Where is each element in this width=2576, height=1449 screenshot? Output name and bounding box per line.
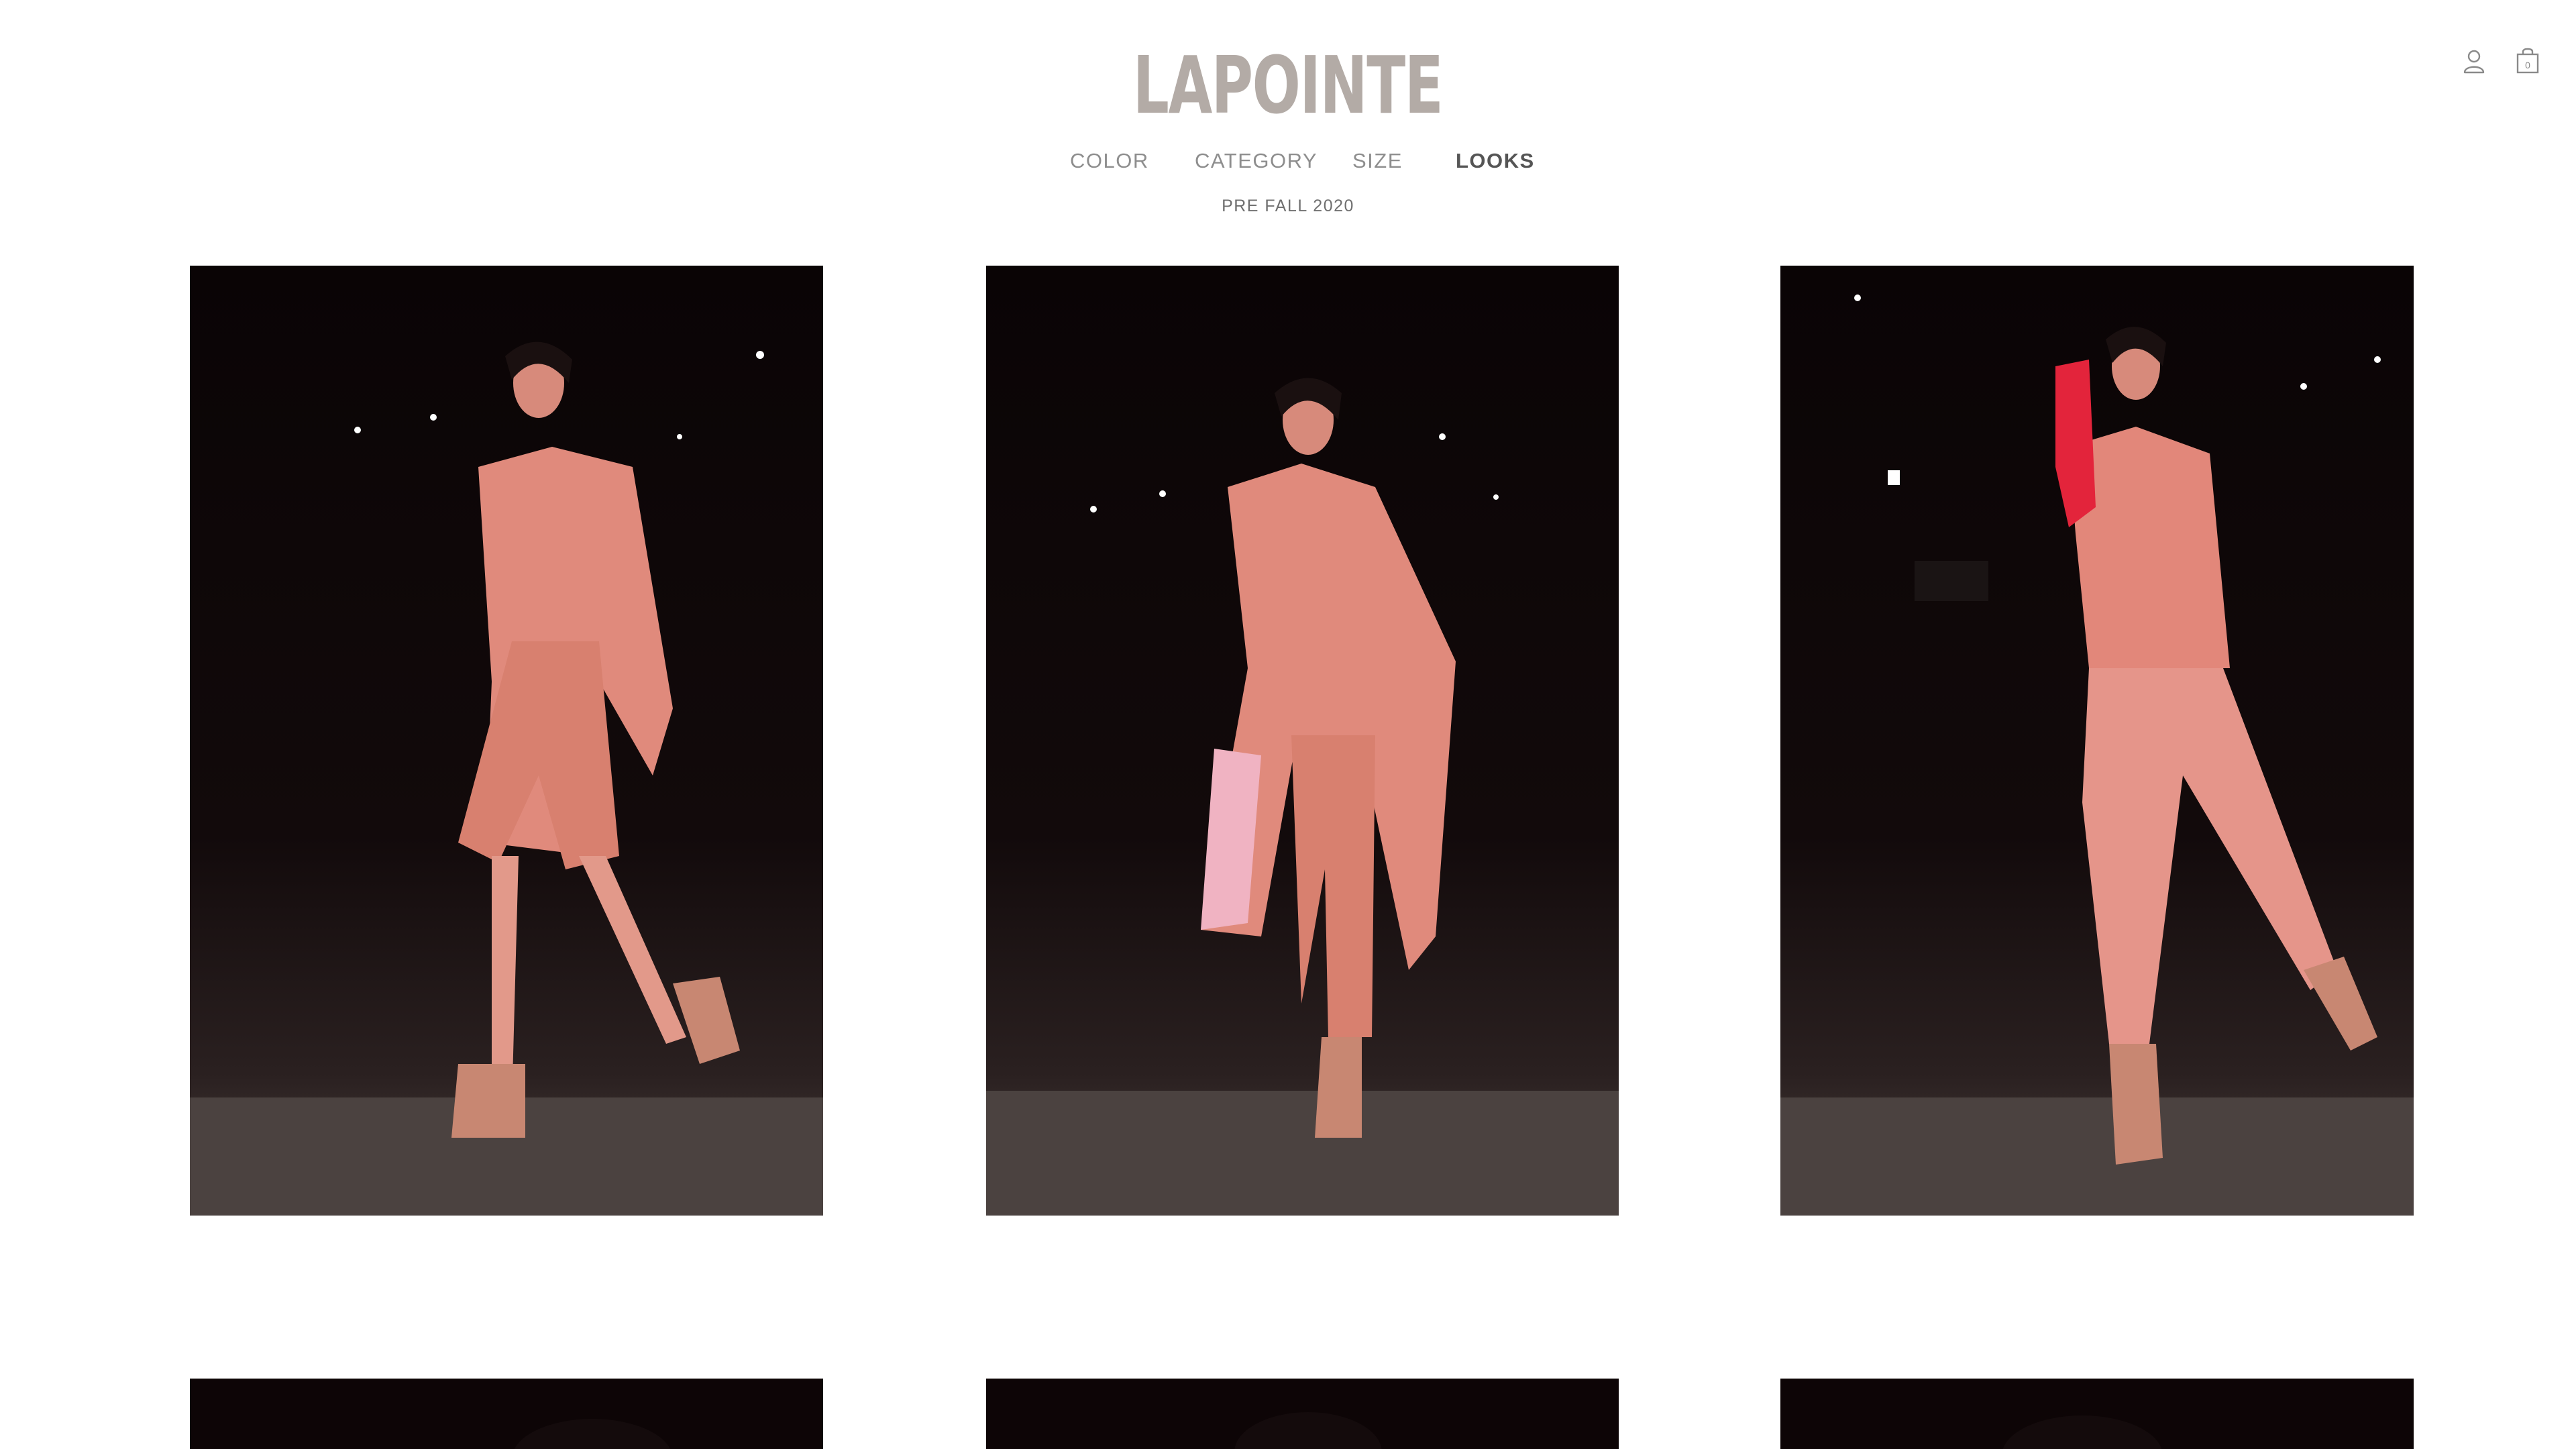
look-photo-2-image: [986, 266, 1619, 1216]
look-photo-1-image: [190, 266, 823, 1216]
look-photo-6[interactable]: [1780, 1379, 2414, 1449]
shopping-bag-icon[interactable]: 0: [2514, 47, 2541, 76]
site-header: LAPOINTE COLOR CATEGORY SIZE LOOKS PRE F…: [0, 0, 2576, 241]
look-photo-4[interactable]: [190, 1379, 823, 1449]
look-photo-4-image: [190, 1379, 823, 1449]
nav-item-color[interactable]: COLOR: [1070, 148, 1149, 174]
primary-nav: COLOR CATEGORY SIZE LOOKS: [0, 148, 2576, 174]
user-icon-glyph: [2463, 50, 2485, 74]
look-photo-3[interactable]: [1780, 266, 2414, 1216]
nav-item-category[interactable]: CATEGORY: [1195, 148, 1318, 174]
brand-logo-text[interactable]: LAPOINTE: [1133, 42, 1444, 129]
nav-item-size[interactable]: SIZE: [1352, 148, 1403, 174]
look-photo-2[interactable]: [986, 266, 1619, 1216]
brand-logo[interactable]: LAPOINTE: [0, 42, 2576, 129]
look-photo-1[interactable]: [190, 266, 823, 1216]
bag-count: 0: [2525, 60, 2530, 70]
shopping-bag-icon-glyph: 0: [2516, 48, 2539, 74]
user-icon[interactable]: [2461, 47, 2487, 76]
look-photo-5-image: [986, 1379, 1619, 1449]
subnav-item-pre-fall-2020[interactable]: PRE FALL 2020: [1222, 197, 1354, 215]
look-photo-5[interactable]: [986, 1379, 1619, 1449]
look-photo-6-image: [1780, 1379, 2414, 1449]
collection-subnav: PRE FALL 2020: [0, 195, 2576, 217]
look-photo-3-image: [1780, 266, 2414, 1216]
nav-item-looks[interactable]: LOOKS: [1456, 148, 1535, 174]
